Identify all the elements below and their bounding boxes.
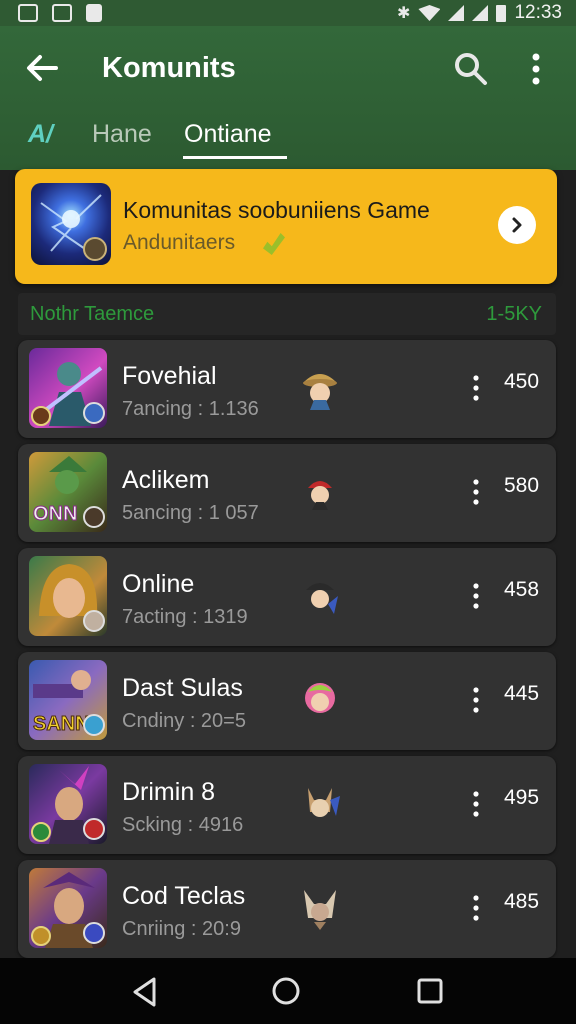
more-vert-icon[interactable]	[466, 578, 486, 614]
level-badge-icon	[31, 822, 51, 842]
featured-community-card[interactable]: Komunitas soobuniiens Game Andunitaers	[15, 169, 557, 284]
class-badge-icon	[83, 506, 105, 528]
more-vert-icon	[532, 53, 540, 85]
featured-open-button[interactable]	[498, 206, 536, 244]
app-notification-icon	[52, 4, 72, 22]
ninja-avatar-icon	[306, 583, 338, 614]
list-item[interactable]: Fovehial 7ancing : 1.136 450	[18, 340, 556, 438]
chevron-right-icon	[512, 217, 522, 233]
nav-back-icon[interactable]	[130, 976, 160, 1008]
item-name: Cod Teclas	[122, 882, 246, 910]
item-name: Online	[122, 570, 195, 598]
class-badge-icon	[83, 610, 105, 632]
item-name: Aclikem	[122, 466, 210, 494]
image-notification-icon	[18, 4, 38, 22]
item-value: 495	[504, 786, 540, 809]
level-badge-icon	[31, 926, 51, 946]
item-value: 450	[504, 370, 540, 393]
item-value: 485	[504, 890, 540, 913]
cat-avatar-icon	[308, 788, 340, 817]
item-name: Dast Sulas	[122, 674, 243, 702]
section-header: Nothr Taemce 1-5KY	[18, 293, 556, 335]
section-count: 1-5KY	[486, 303, 542, 325]
level-badge-icon	[31, 406, 51, 426]
item-stat: 7ancing : 1.136	[122, 398, 259, 420]
wifi-icon	[418, 5, 441, 21]
tab-home[interactable]: Hane	[92, 120, 152, 160]
list-item[interactable]: SANN Dast Sulas Cndiny : 20=5 445	[18, 652, 556, 750]
svg-text:ONN: ONN	[33, 503, 77, 525]
character-avatar-icon	[308, 481, 332, 510]
game-icon	[29, 764, 107, 844]
item-name: Drimin 8	[122, 778, 216, 806]
list-item[interactable]: Drimin 8 Scking : 4916 495	[18, 756, 556, 854]
nav-home-icon[interactable]	[271, 976, 301, 1006]
class-badge-icon	[83, 922, 105, 944]
featured-badge-icon	[83, 237, 107, 261]
status-time: 12:33	[514, 2, 562, 23]
tab-bar: A/ Hane Ontiane	[0, 120, 576, 166]
more-vert-icon[interactable]	[466, 890, 486, 926]
featured-subtitle: Andunitaers	[123, 231, 236, 254]
active-tab-indicator	[183, 156, 287, 159]
list-item[interactable]: ONN Aclikem 5ancing : 1 057 580	[18, 444, 556, 542]
game-icon	[29, 868, 107, 948]
app-bar: Komunits A/ Hane Ontiane	[0, 26, 576, 170]
nav-recents-icon[interactable]	[417, 978, 443, 1004]
featured-title: Komunitas soobuniiens Game	[123, 197, 430, 223]
system-nav-bar	[0, 958, 576, 1024]
notification-icons	[18, 4, 102, 22]
item-value: 580	[504, 474, 540, 497]
more-vert-icon[interactable]	[466, 786, 486, 822]
tab-all[interactable]: A/	[28, 120, 53, 160]
overflow-menu-button[interactable]	[524, 50, 548, 88]
back-button[interactable]	[22, 48, 62, 88]
signal-icon	[448, 5, 465, 21]
list-item[interactable]: Online 7acting : 1319 458	[18, 548, 556, 646]
more-vert-icon[interactable]	[466, 370, 486, 406]
item-value: 458	[504, 578, 540, 601]
file-notification-icon	[86, 4, 102, 22]
class-badge-icon	[83, 818, 105, 840]
class-badge-icon	[83, 402, 105, 424]
class-badge-icon	[83, 714, 105, 736]
status-bar: ✱ 12:33	[0, 0, 576, 26]
item-stat: Cndiny : 20=5	[122, 710, 246, 732]
battery-icon	[496, 4, 507, 22]
item-stat: Cnriing : 20:9	[122, 918, 241, 940]
game-icon: ONN	[29, 452, 107, 532]
search-button[interactable]	[452, 50, 490, 88]
search-icon	[455, 53, 487, 85]
bluetooth-icon: ✱	[397, 5, 411, 22]
more-vert-icon[interactable]	[466, 682, 486, 718]
signal-2-icon	[472, 5, 489, 21]
explorer-avatar-icon	[303, 374, 337, 410]
item-name: Fovehial	[122, 362, 217, 390]
leaf-icon	[263, 233, 285, 255]
item-stat: Scking : 4916	[122, 814, 244, 836]
featured-game-icon	[31, 183, 111, 265]
section-title: Nothr Taemce	[30, 303, 155, 325]
girl-avatar-icon	[305, 683, 335, 713]
back-arrow-icon	[27, 55, 58, 81]
game-icon: SANN	[29, 660, 107, 740]
game-icon	[29, 348, 107, 428]
item-stat: 5ancing : 1 057	[122, 502, 259, 524]
system-icons: ✱ 12:33	[397, 2, 562, 24]
list-item[interactable]: Cod Teclas Cnriing : 20:9 485	[18, 860, 556, 958]
tab-online[interactable]: Ontiane	[184, 120, 272, 160]
page-title: Komunits	[102, 52, 236, 84]
item-stat: 7acting : 1319	[122, 606, 248, 628]
game-icon	[29, 556, 107, 636]
item-value: 445	[504, 682, 540, 705]
more-vert-icon[interactable]	[466, 474, 486, 510]
fox-avatar-icon	[304, 890, 336, 930]
svg-text:SANN: SANN	[33, 713, 90, 735]
